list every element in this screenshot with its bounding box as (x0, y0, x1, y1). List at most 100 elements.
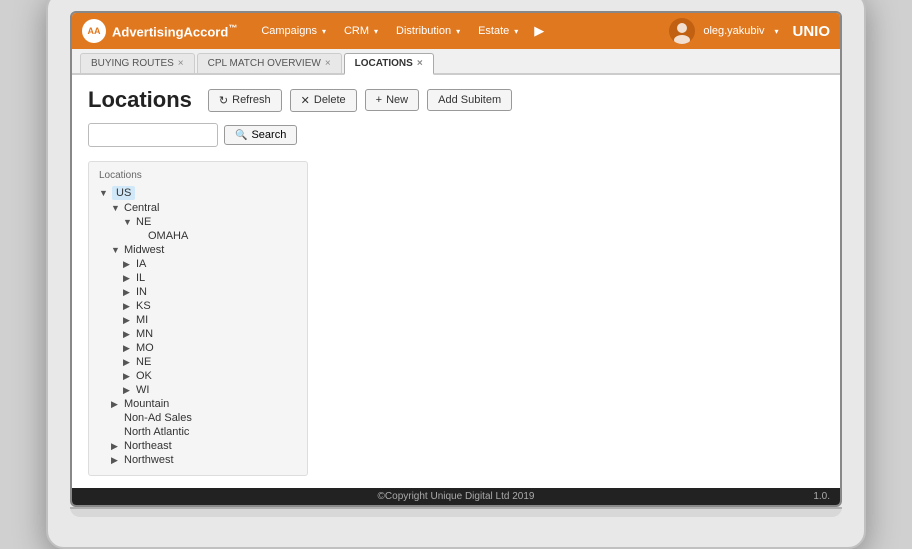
tree-node-label: Northeast (124, 440, 172, 452)
list-item[interactable]: ▶ MO (123, 341, 297, 355)
tab-close-icon[interactable]: × (325, 58, 331, 69)
footer: ©Copyright Unique Digital Ltd 2019 1.0. (72, 488, 840, 505)
tree-toggle-icon: ▶ (123, 385, 133, 396)
chevron-down-icon: ▾ (322, 27, 326, 36)
tab-locations[interactable]: LOCATIONS × (344, 53, 434, 75)
tree-section-label: Locations (99, 170, 297, 181)
list-item[interactable]: North Atlantic (111, 425, 297, 439)
search-input[interactable] (88, 123, 218, 147)
tree-node-label: NE (136, 216, 151, 228)
nav-right: oleg.yakubiv ▾ UNIO (669, 18, 830, 44)
nav-campaigns[interactable]: Campaigns ▾ (253, 19, 334, 43)
version-text: 1.0. (813, 491, 830, 502)
list-item[interactable]: ▶ KS (123, 299, 297, 313)
user-chevron-icon: ▾ (774, 27, 778, 36)
tree-node-label: WI (136, 384, 149, 396)
tree-node-label: Midwest (124, 244, 164, 256)
tree-node-label: North Atlantic (124, 426, 189, 438)
add-subitem-button[interactable]: Add Subitem (427, 89, 512, 111)
tree-node-label: Non-Ad Sales (124, 412, 192, 424)
list-item[interactable]: ▶ MI (123, 313, 297, 327)
search-row: Search (88, 123, 824, 147)
list-item[interactable]: ▶ Northwest (111, 453, 297, 467)
tree-node-label: KS (136, 300, 151, 312)
tree-node-label: NE (136, 356, 151, 368)
tree-toggle-icon: ▼ (99, 188, 109, 198)
tree-toggle-icon: ▶ (123, 287, 133, 298)
new-button[interactable]: New (365, 89, 419, 111)
plus-icon (376, 94, 382, 106)
tab-buying-routes[interactable]: BUYING ROUTES × (80, 53, 195, 73)
refresh-icon (219, 94, 228, 107)
tab-close-icon[interactable]: × (178, 58, 184, 69)
tree-toggle-icon: ▶ (111, 399, 121, 410)
tree-toggle-icon: ▶ (123, 371, 133, 382)
tree-node-label: IN (136, 286, 147, 298)
tree-toggle-icon: ▶ (123, 315, 133, 326)
tree-toggle-icon: ▶ (123, 273, 133, 284)
play-button[interactable]: ▶ (528, 19, 550, 43)
tree-toggle-icon: ▼ (111, 203, 121, 213)
list-item[interactable]: ▶ OK (123, 369, 297, 383)
tree-toggle-icon: ▶ (123, 329, 133, 340)
list-item[interactable]: ▶ NE (123, 355, 297, 369)
search-button[interactable]: Search (224, 125, 297, 145)
brand-name: AdvertisingAccord™ (112, 23, 237, 39)
page-title: Locations (88, 87, 192, 113)
tree-node-label: IL (136, 272, 145, 284)
user-name[interactable]: oleg.yakubiv (703, 25, 764, 37)
delete-icon (301, 94, 310, 107)
copyright-text: ©Copyright Unique Digital Ltd 2019 (378, 491, 535, 502)
delete-button[interactable]: Delete (290, 89, 357, 112)
list-item[interactable]: ▶ IL (123, 271, 297, 285)
location-tree: Locations ▼ US ▼ Central ▼ NE (88, 161, 308, 476)
tree-toggle-icon: ▼ (123, 217, 133, 227)
tab-cpl-match[interactable]: CPL MATCH OVERVIEW × (197, 53, 342, 73)
list-item[interactable]: ▼ NE (123, 215, 297, 229)
chevron-down-icon: ▾ (514, 27, 518, 36)
list-item[interactable]: Non-Ad Sales (111, 411, 297, 425)
logo-circle: AA (82, 19, 106, 43)
list-item[interactable]: ▶ IN (123, 285, 297, 299)
avatar (669, 18, 695, 44)
list-item[interactable]: ▶ IA (123, 257, 297, 271)
chevron-down-icon: ▾ (456, 27, 460, 36)
tabs-bar: BUYING ROUTES × CPL MATCH OVERVIEW × LOC… (72, 49, 840, 75)
tree-toggle-icon: ▶ (123, 357, 133, 368)
tree-node-label: MI (136, 314, 148, 326)
uni-logo: UNIO (793, 23, 831, 40)
tree-node-label: OMAHA (148, 230, 188, 242)
nav-distribution[interactable]: Distribution ▾ (388, 19, 468, 43)
list-item[interactable]: ▶ Mountain (111, 397, 297, 411)
tree-toggle-icon: ▶ (111, 441, 121, 452)
search-icon (235, 129, 247, 141)
tree-node-label: MN (136, 328, 153, 340)
nav-crm[interactable]: CRM ▾ (336, 19, 386, 43)
list-item[interactable]: ▼ Midwest (111, 243, 297, 257)
tree-node-label: MO (136, 342, 154, 354)
list-item[interactable]: ▼ US (99, 185, 297, 201)
list-item[interactable]: ▶ Northeast (111, 439, 297, 453)
tree-toggle-icon: ▶ (111, 455, 121, 466)
tree-node-label: IA (136, 258, 146, 270)
list-item[interactable]: ▶ MN (123, 327, 297, 341)
chevron-down-icon: ▾ (374, 27, 378, 36)
tree-node-label: Central (124, 202, 159, 214)
list-item[interactable]: OMAHA (135, 229, 297, 243)
tree-toggle-icon: ▶ (123, 301, 133, 312)
content-area: Locations Refresh Delete New Add Subitem (72, 75, 840, 488)
list-item[interactable]: ▶ WI (123, 383, 297, 397)
nav-estate[interactable]: Estate ▾ (470, 19, 526, 43)
tree-node-label: US (112, 186, 135, 200)
list-item[interactable]: ▼ Central (111, 201, 297, 215)
tree-node-label: OK (136, 370, 152, 382)
content-header: Locations Refresh Delete New Add Subitem (88, 87, 824, 113)
tree-node-label: Northwest (124, 454, 174, 466)
tree-toggle-icon: ▼ (111, 245, 121, 255)
refresh-button[interactable]: Refresh (208, 89, 282, 112)
tree-toggle-icon: ▶ (123, 343, 133, 354)
navbar: AA AdvertisingAccord™ Campaigns ▾ CRM ▾ … (72, 13, 840, 49)
tree-node-label: Mountain (124, 398, 169, 410)
tab-close-icon[interactable]: × (417, 58, 423, 69)
tree-toggle-icon: ▶ (123, 259, 133, 270)
